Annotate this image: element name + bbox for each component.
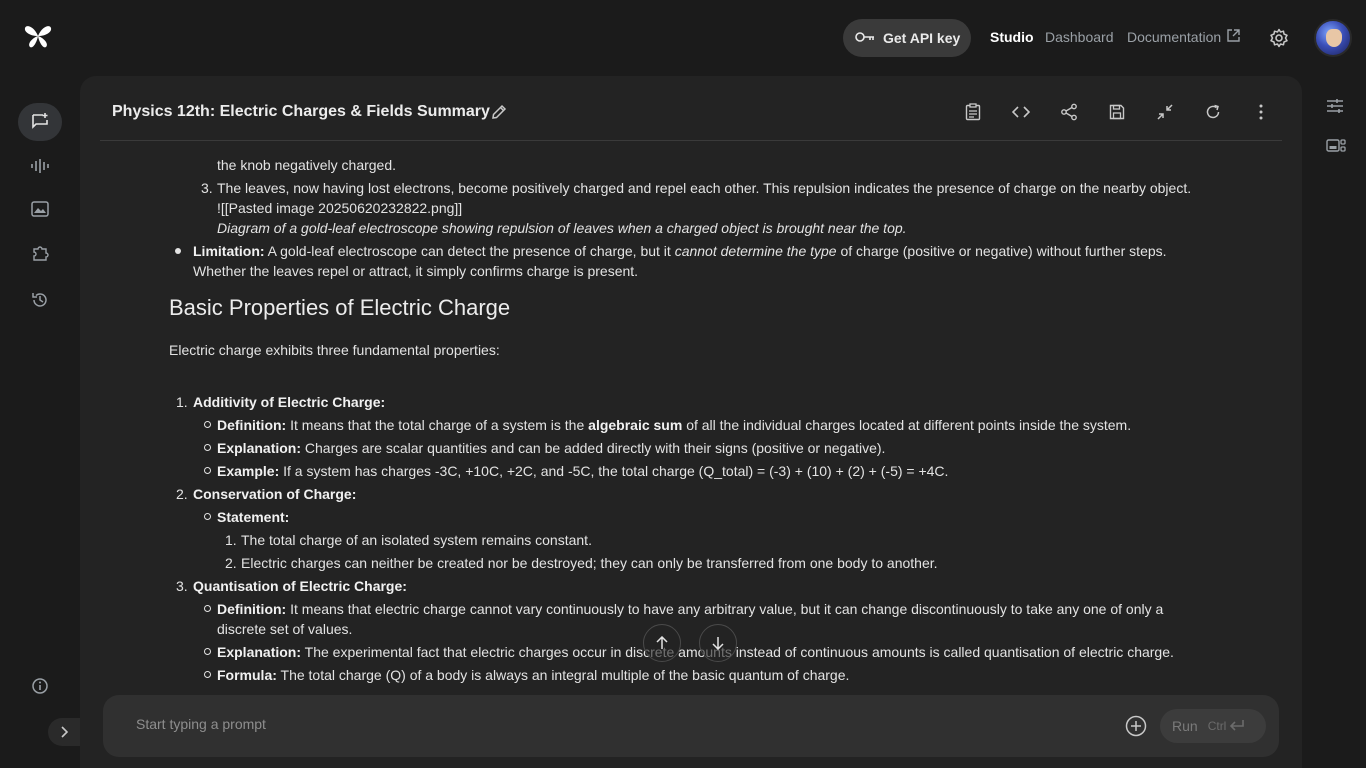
sub-bullet	[204, 671, 211, 678]
left-sidebar	[0, 76, 80, 768]
more-options-icon[interactable]	[1251, 102, 1271, 122]
bullet	[175, 248, 181, 254]
nav-dashboard[interactable]: Dashboard	[1045, 29, 1114, 45]
list-item-title: Additivity of Electric Charge:	[193, 394, 386, 410]
image-caption: Diagram of a gold-leaf electroscope show…	[217, 220, 907, 236]
history-icon[interactable]	[18, 281, 62, 319]
list-item: Definition: It means that the total char…	[217, 415, 1131, 435]
list-number: 2.	[176, 486, 188, 502]
save-icon[interactable]	[1107, 102, 1127, 122]
main-panel: Physics 12th: Electric Charges & Fields …	[80, 76, 1302, 768]
add-media-plus-icon[interactable]	[1125, 715, 1147, 737]
right-sidebar	[1302, 76, 1366, 768]
text-line: ![[Pasted image 20250620232822.png]]	[217, 200, 463, 216]
run-button[interactable]: Run Ctrl	[1160, 709, 1266, 743]
list-number: 1.	[225, 532, 237, 548]
text-line: The total charge of an isolated system r…	[241, 532, 592, 548]
user-avatar[interactable]	[1314, 19, 1352, 57]
run-shortcut-label: Ctrl	[1207, 719, 1227, 733]
get-api-key-label: Get API key	[883, 30, 961, 46]
nav-studio[interactable]: Studio	[990, 29, 1034, 45]
section-heading: Basic Properties of Electric Charge	[169, 295, 511, 320]
list-number: 3.	[176, 578, 188, 594]
explanation-label: Explanation:	[217, 644, 302, 660]
get-api-key-button[interactable]: Get API key	[843, 19, 971, 57]
sub-bullet	[204, 444, 211, 451]
share-icon[interactable]	[1059, 102, 1079, 122]
nav-documentation[interactable]: Documentation	[1127, 29, 1240, 45]
sub-bullet	[204, 605, 211, 612]
media-generation-icon[interactable]	[18, 190, 62, 228]
text-line: Electric charge exhibits three fundament…	[169, 342, 500, 358]
chat-prompt-icon[interactable]	[18, 103, 62, 141]
text-run: Charges are scalar quantities and can be…	[301, 440, 886, 456]
key-icon	[855, 30, 875, 46]
example-label: Example:	[217, 463, 280, 479]
top-bar: Get API key Studio Dashboard Documentati…	[0, 0, 1366, 76]
list-item-title: Conservation of Charge:	[193, 486, 357, 502]
list-number: 1.	[176, 394, 188, 410]
list-number: 3.	[201, 180, 213, 196]
run-shortcut: Ctrl	[1208, 719, 1246, 734]
definition-label: Definition:	[217, 601, 287, 617]
definition-label: Definition:	[217, 417, 287, 433]
sub-bullet	[204, 421, 211, 428]
text-run: algebraic sum	[588, 417, 683, 433]
text-line: the knob negatively charged.	[217, 157, 397, 173]
list-item: Formula: The total charge (Q) of a body …	[217, 665, 849, 685]
enter-key-icon	[1229, 719, 1245, 734]
text-run: The total charge (Q) of a body is always…	[276, 667, 850, 683]
text-line: Whether the leaves repel or attract, it …	[193, 263, 639, 279]
refresh-icon[interactable]	[1203, 102, 1223, 122]
text-run: The experimental fact that electric char…	[301, 644, 1174, 660]
list-item: Definition: It means that electric charg…	[217, 599, 1163, 619]
sub-bullet	[204, 467, 211, 474]
scroll-down-arrow-icon[interactable]	[699, 624, 737, 662]
text-run: of all the individual charges located at…	[682, 417, 1132, 433]
text-line: The leaves, now having lost electrons, b…	[217, 180, 1192, 196]
text-run: cannot determine the type	[674, 243, 837, 259]
clipboard-icon[interactable]	[963, 102, 983, 122]
expand-sidebar-chevron-icon[interactable]	[48, 718, 80, 746]
explanation-label: Explanation:	[217, 440, 302, 456]
scroll-up-arrow-icon[interactable]	[643, 624, 681, 662]
formula-label: Formula:	[217, 667, 277, 683]
text-line: discrete set of values.	[217, 621, 353, 637]
prompt-input[interactable]	[136, 716, 1036, 732]
app-logo-icon[interactable]	[22, 22, 54, 50]
list-item: Example: If a system has charges -3C, +1…	[217, 461, 948, 481]
text-run: of charge (positive or negative) without…	[836, 243, 1167, 259]
statement-label: Statement:	[217, 509, 290, 525]
text-line: Electric charges can neither be created …	[241, 555, 938, 571]
list-item: Explanation: The experimental fact that …	[217, 642, 1174, 662]
external-link-icon	[1227, 29, 1240, 45]
limitation-label: Limitation:	[193, 243, 265, 259]
edit-title-pencil-icon[interactable]	[490, 103, 508, 126]
nav-documentation-label: Documentation	[1127, 29, 1222, 45]
stream-audio-icon[interactable]	[18, 147, 62, 185]
info-icon[interactable]	[18, 667, 62, 705]
chat-content: the knob negatively charged. 3. The leav…	[80, 142, 1302, 694]
list-item: Explanation: Charges are scalar quantiti…	[217, 438, 885, 458]
prompt-box: Run Ctrl	[103, 695, 1279, 757]
text-run: A gold-leaf electroscope can detect the …	[264, 243, 675, 259]
text-run: If a system has charges -3C, +10C, +2C, …	[279, 463, 949, 479]
chat-header: Physics 12th: Electric Charges & Fields …	[100, 76, 1282, 141]
settings-gear-icon[interactable]	[1269, 28, 1289, 48]
code-icon[interactable]	[1011, 102, 1031, 122]
compare-icon[interactable]	[1155, 102, 1175, 122]
text-run: It means that the total charge of a syst…	[286, 417, 589, 433]
sub-bullet	[204, 513, 211, 520]
run-label: Run	[1172, 718, 1198, 734]
list-item-title: Quantisation of Electric Charge:	[193, 578, 407, 594]
list-item: Limitation: A gold-leaf electroscope can…	[193, 241, 1167, 261]
panel-layout-icon[interactable]	[1326, 138, 1346, 159]
list-number: 2.	[225, 555, 237, 571]
run-settings-tune-icon[interactable]	[1326, 98, 1344, 119]
sub-bullet	[204, 648, 211, 655]
page-title: Physics 12th: Electric Charges & Fields …	[112, 103, 490, 120]
build-apps-icon[interactable]	[18, 234, 62, 272]
text-run: It means that electric charge cannot var…	[286, 601, 1164, 617]
